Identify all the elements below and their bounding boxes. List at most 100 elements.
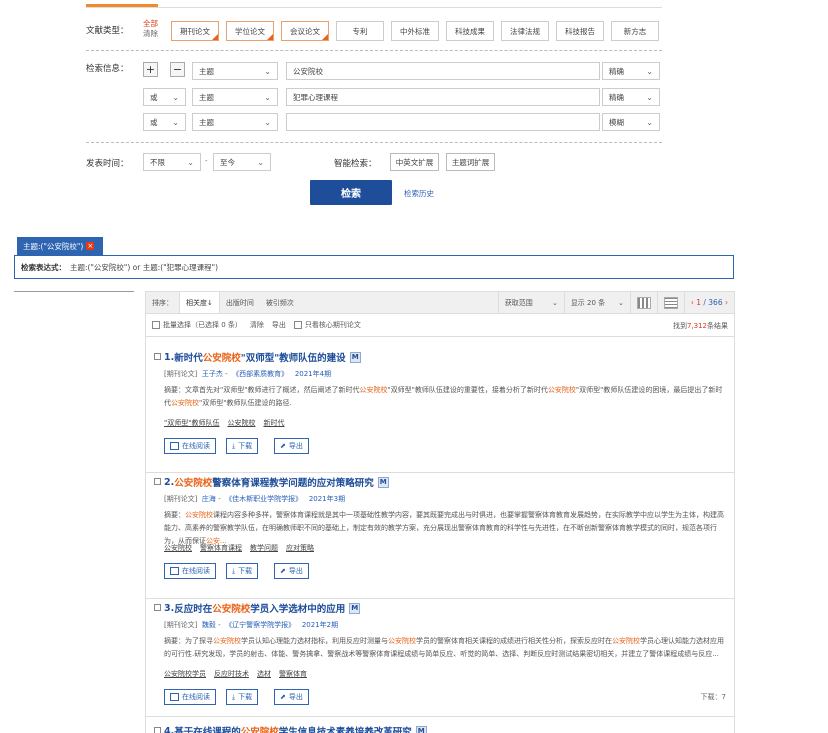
keyword-link[interactable]: 教学问题 <box>250 543 278 553</box>
sort-relevance[interactable]: 相关度 ↓ <box>179 292 220 313</box>
issue-link[interactable]: 2021年2期 <box>302 621 338 629</box>
doc-type-4[interactable]: 中外标准 <box>391 21 439 41</box>
divider <box>86 142 662 143</box>
match-select-2[interactable]: 精确 ⌄ <box>602 88 660 106</box>
issue-link[interactable]: 2021年3期 <box>309 495 345 503</box>
time-to-select[interactable]: 至今 ⌄ <box>213 153 271 171</box>
logic-select-3[interactable]: 或 ⌄ <box>143 113 186 131</box>
book-icon <box>170 442 179 450</box>
sort-cited[interactable]: 被引频次 <box>260 298 300 308</box>
doc-type-all-clear: 全部 清除 <box>143 19 158 39</box>
result-type: [期刊论文] <box>164 495 198 503</box>
checkbox-icon[interactable] <box>152 321 160 329</box>
field-select-1[interactable]: 主题 ⌄ <box>192 62 278 80</box>
keyword-link[interactable]: 公安院校学员 <box>164 669 206 679</box>
keyword-link[interactable]: 新时代 <box>263 418 284 428</box>
doc-type-3[interactable]: 专利 <box>336 21 384 41</box>
keyword-link[interactable]: "双师型"教师队伍 <box>164 418 219 428</box>
journal-link[interactable]: 《西部素质教育》 <box>232 370 288 378</box>
doc-type-2[interactable]: 会议论文 <box>281 21 329 41</box>
title-part: 学员入学选材中的应用 <box>250 604 346 615</box>
download-button[interactable]: ⤓ 下载 <box>226 438 259 454</box>
range-select[interactable]: 获取范围 ⌄ <box>497 292 564 313</box>
journal-link[interactable]: 《佳木斯职业学院学报》 <box>225 495 302 503</box>
chevron-down-icon: ⌄ <box>257 158 264 167</box>
export-link[interactable]: 导出 <box>272 320 286 330</box>
result-title[interactable]: 2. 公安院校 警察体育课程教学问题的应对策略研究 M <box>164 475 389 489</box>
checkbox-icon[interactable] <box>293 321 302 329</box>
search-input-1[interactable]: 公安院校 <box>286 62 600 80</box>
search-input-3[interactable] <box>286 113 600 131</box>
result-title[interactable]: 3. 反应时在 公安院校 学员入学选材中的应用 M <box>164 601 361 615</box>
keyword-link[interactable]: 应对策略 <box>286 543 314 553</box>
author-link[interactable]: 王子杰 <box>202 370 223 378</box>
list-icon <box>663 296 678 309</box>
title-highlight: 公安院校 <box>202 353 241 364</box>
sort-pub-time[interactable]: 出版时间 <box>220 298 260 308</box>
doc-type-7[interactable]: 科技报告 <box>556 21 604 41</box>
download-button[interactable]: ⤓ 下载 <box>226 689 259 705</box>
result-number: 1. <box>164 351 175 363</box>
page-size-select[interactable]: 显示 20 条 ⌄ <box>563 292 630 313</box>
list-item: 1. 新时代 公安院校 "双师型"教师队伍的建设 M [期刊论文] 王子杰 - 《西部… <box>146 348 734 473</box>
sort-label: 排序： <box>152 298 173 307</box>
tool-row: 批量选择（已选择 0 条） 清除 导出 只看核心期刊论文 <box>152 320 361 330</box>
export-button[interactable]: ⬈ 导出 <box>274 438 309 454</box>
export-button[interactable]: ⬈ 导出 <box>274 689 309 705</box>
chevron-down-icon: ⌄ <box>646 93 653 102</box>
item-checkbox[interactable] <box>154 604 161 611</box>
subject-expand-button[interactable]: 主题词扩展 <box>446 153 495 171</box>
item-checkbox[interactable] <box>154 727 161 733</box>
result-count: 找到7,312条结果 <box>672 322 728 330</box>
keyword-link[interactable]: 警察体育课程 <box>200 543 242 553</box>
keyword-link[interactable]: 公安院校 <box>227 418 255 428</box>
all-link[interactable]: 全部 <box>143 19 158 28</box>
match-select-1[interactable]: 精确 ⌄ <box>602 62 660 80</box>
issue-link[interactable]: 2021年4期 <box>295 370 331 378</box>
prev-page-icon[interactable]: ‹ <box>691 298 694 307</box>
item-checkbox[interactable] <box>154 353 161 360</box>
search-button[interactable]: 检索 <box>310 180 392 205</box>
filter-tag[interactable]: 主题:("公安院校") × <box>17 237 103 255</box>
next-page-icon[interactable]: › <box>725 298 728 307</box>
cn-en-expand-button[interactable]: 中英文扩展 <box>390 153 439 171</box>
result-title[interactable]: 4. 基于在线课程的 公安院校 学生信息技术素养培养改革研究 M <box>164 724 427 733</box>
add-row-button[interactable]: + <box>143 62 158 77</box>
time-from-select[interactable]: 不限 ⌄ <box>143 153 201 171</box>
export-button[interactable]: ⬈ 导出 <box>274 563 309 579</box>
keyword-link[interactable]: 反应时技术 <box>214 669 249 679</box>
batch-select[interactable]: 批量选择（已选择 0 条） <box>152 320 242 330</box>
clear-selection-link[interactable]: 清除 <box>250 320 264 330</box>
online-read-button[interactable]: 在线阅读 <box>164 563 216 579</box>
core-only-filter[interactable]: 只看核心期刊论文 <box>293 320 361 330</box>
keyword-link[interactable]: 公安院校 <box>164 543 192 553</box>
author-link[interactable]: 庄海 <box>202 495 216 503</box>
result-title[interactable]: 1. 新时代 公安院校 "双师型"教师队伍的建设 M <box>164 350 361 364</box>
online-read-button[interactable]: 在线阅读 <box>164 689 216 705</box>
field-select-2[interactable]: 主题 ⌄ <box>192 88 278 106</box>
logic-select-2[interactable]: 或 ⌄ <box>143 88 186 106</box>
match-select-3[interactable]: 模糊 ⌄ <box>602 113 660 131</box>
grid-view-button[interactable] <box>629 292 657 313</box>
doc-type-8[interactable]: 新方志 <box>611 21 659 41</box>
book-icon <box>170 567 179 575</box>
clear-link[interactable]: 清除 <box>143 29 158 39</box>
close-icon[interactable]: × <box>86 242 95 250</box>
keyword-link[interactable]: 警察体育 <box>279 669 307 679</box>
doc-type-0[interactable]: 期刊论文 <box>171 21 219 41</box>
online-read-button[interactable]: 在线阅读 <box>164 438 216 454</box>
remove-row-button[interactable]: − <box>170 62 185 77</box>
doc-type-1[interactable]: 学位论文 <box>226 21 274 41</box>
keyword-link[interactable]: 选材 <box>257 669 271 679</box>
doc-type-5[interactable]: 科技成果 <box>446 21 494 41</box>
doc-type-6[interactable]: 法律法规 <box>501 21 549 41</box>
field-select-3[interactable]: 主题 ⌄ <box>192 113 278 131</box>
journal-link[interactable]: 《辽宁警察学院学报》 <box>225 621 295 629</box>
item-checkbox[interactable] <box>154 478 161 485</box>
search-input-2[interactable]: 犯罪心理课程 <box>286 88 600 106</box>
list-view-button[interactable] <box>656 292 684 313</box>
search-history-link[interactable]: 检索历史 <box>404 188 434 199</box>
download-button[interactable]: ⤓ 下载 <box>226 563 259 579</box>
time-dash: - <box>205 157 208 165</box>
author-link[interactable]: 魏毅 <box>202 621 216 629</box>
